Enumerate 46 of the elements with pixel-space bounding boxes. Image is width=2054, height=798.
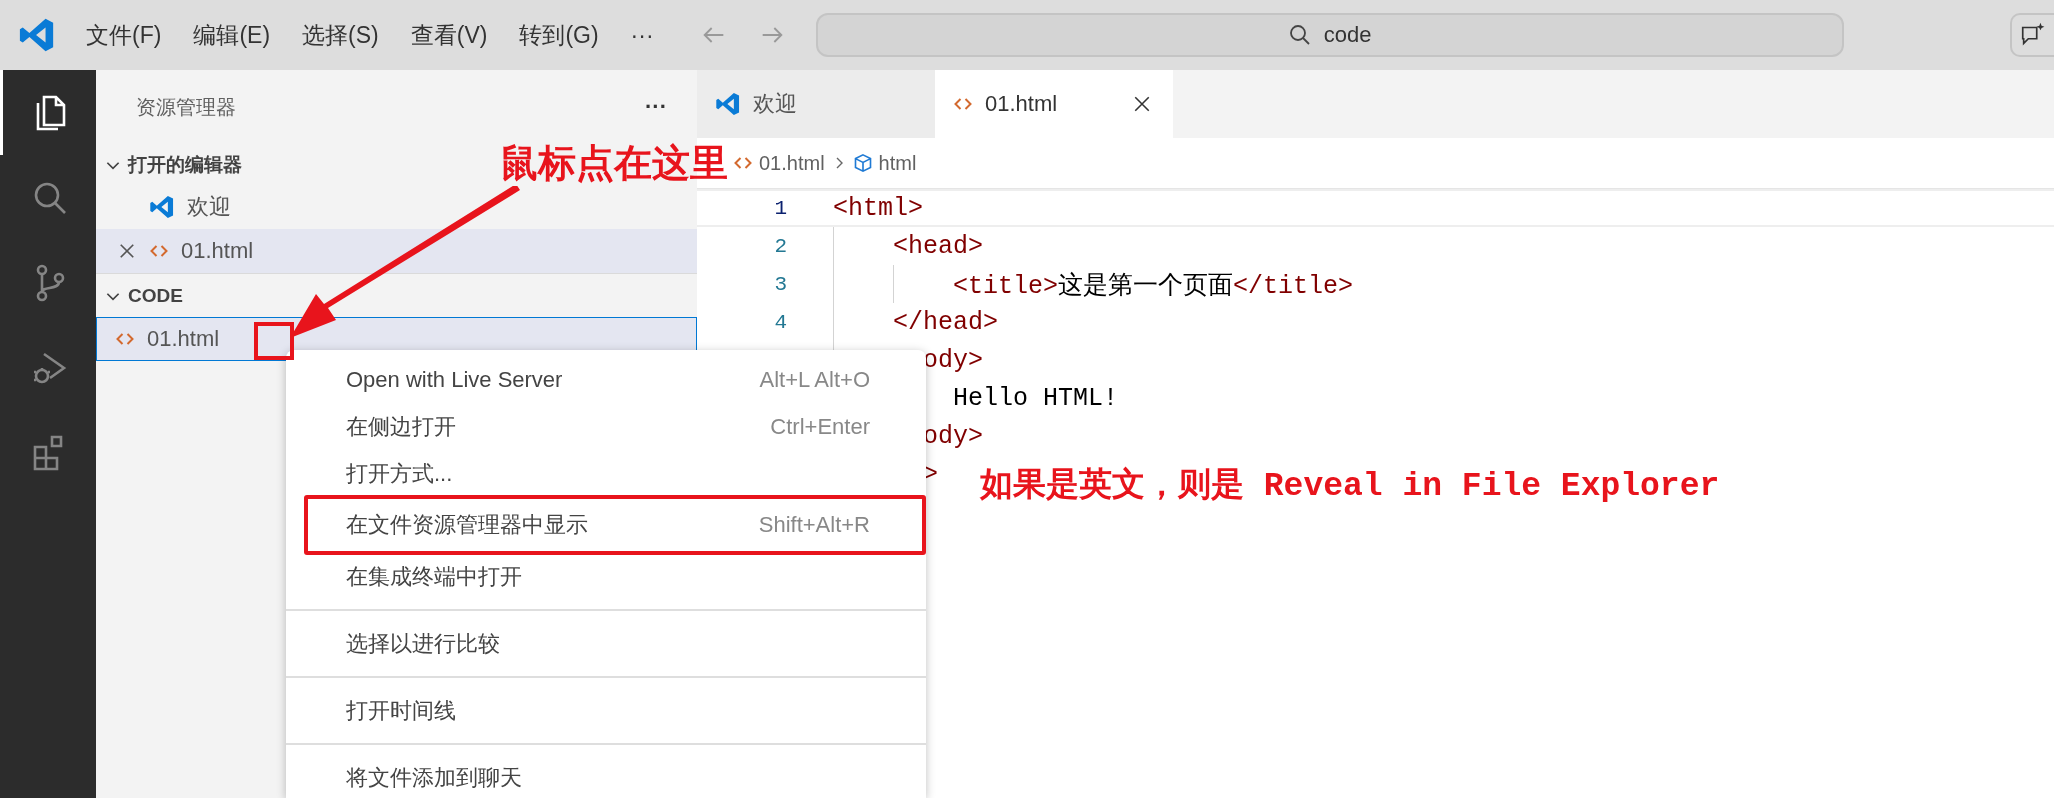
code-tag: <html> [833,193,923,223]
menu-item[interactable]: 文件(F) [70,19,178,51]
menu-item[interactable]: 在文件资源管理器中显示 Shift+Alt+R [304,495,926,555]
line-number: 3 [773,272,787,296]
menu-item[interactable]: 在侧边打开 Ctrl+Enter [286,403,926,450]
logo-icon [149,194,175,220]
menu-item[interactable]: 打开方式... [286,450,926,497]
annotation-text: 如果是英文，则是 Reveal in File Explorer [980,465,1720,507]
search-field[interactable]: code [815,13,1844,57]
menu-item[interactable]: 在集成终端中打开 [286,553,926,600]
code-text: 这是第一个页面 [1058,271,1234,301]
sidebar-title: 资源管理器 [136,94,236,120]
menu-item[interactable]: 编辑(E) [177,19,287,51]
menu-item[interactable]: 转到(G) [503,19,615,51]
code-tag: <title> [833,271,1059,301]
code-tag: </head> [833,307,999,337]
breadcrumb-item[interactable]: html [878,151,917,175]
code-tag: <head> [833,231,984,261]
menu-item[interactable]: ··· [614,21,670,49]
editor-tab[interactable]: 欢迎 [697,70,935,138]
file-item[interactable]: 欢迎 [96,185,697,229]
line-number: 2 [773,234,787,258]
line-number: 1 [773,196,787,220]
menu-item[interactable]: 打开时间线 [286,687,926,734]
breadcrumb-item[interactable]: 01.html [759,151,825,175]
close-icon[interactable] [1133,95,1151,113]
logo-icon [18,16,56,54]
chat-button[interactable] [2010,13,2054,57]
search-icon [1287,23,1312,47]
menu-item[interactable]: 查看(V) [394,19,504,51]
close-icon[interactable] [117,241,137,261]
code-text: Hello HTML! [952,383,1119,413]
line-number: 4 [773,310,787,334]
section-title[interactable]: 打开的编辑器 [128,151,242,178]
highlight-box [254,322,294,360]
menu-item[interactable]: 选择以进行比较 [286,620,926,667]
cube-icon [852,153,873,173]
code-tag: </title> [1233,271,1354,301]
editor-tab[interactable]: 01.html [935,70,1173,138]
more-actions-button[interactable]: ··· [645,94,667,120]
logo-icon [715,91,741,117]
section-title[interactable]: CODE [128,284,183,307]
menu-item[interactable]: 将文件添加到聊天 [286,754,926,798]
file-item[interactable]: 01.html [96,229,697,273]
menu-item[interactable]: 选择(S) [286,19,395,51]
annotation-text: 鼠标点在这里 [500,141,728,186]
